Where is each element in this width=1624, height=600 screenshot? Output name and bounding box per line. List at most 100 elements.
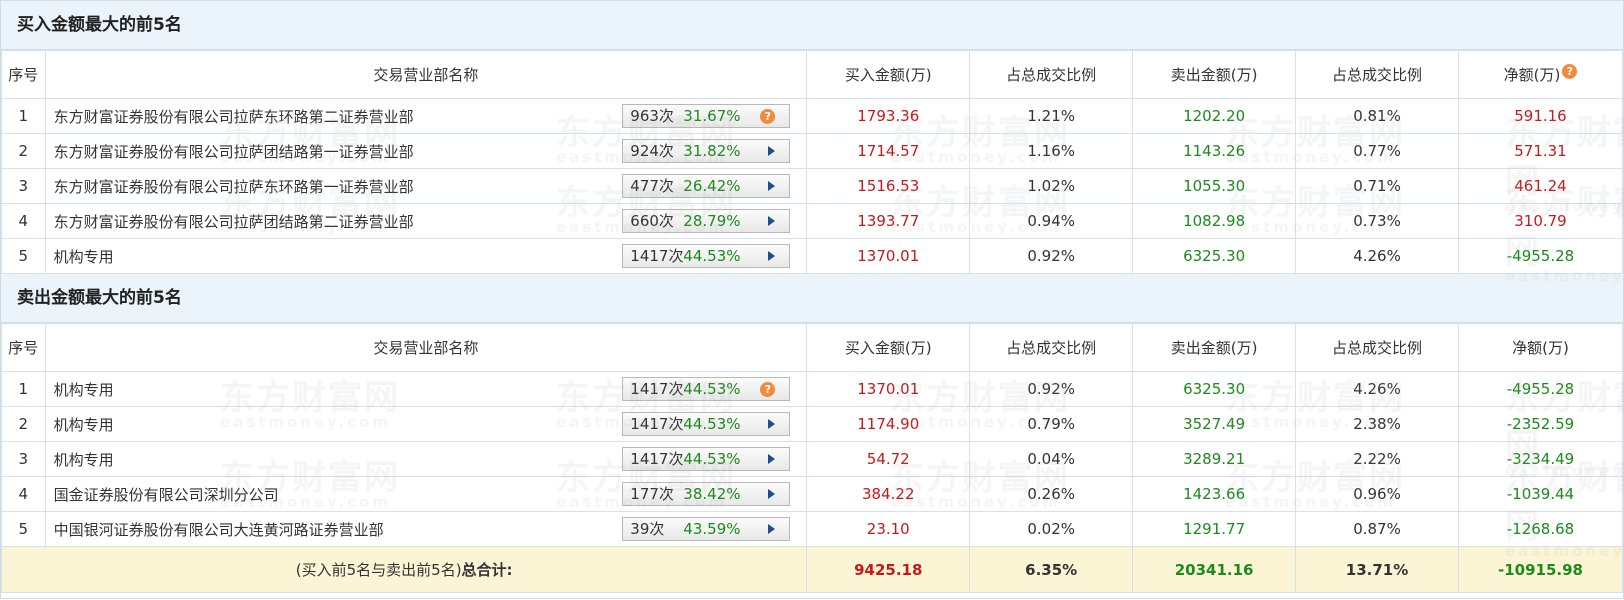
row-index: 2 bbox=[1, 133, 46, 169]
sell-ratio: 2.38% bbox=[1295, 406, 1459, 442]
broker-stats-button[interactable]: 39次 43.59% bbox=[622, 517, 791, 541]
play-arrow-icon[interactable] bbox=[768, 251, 776, 261]
broker-name[interactable]: 国金证券股份有限公司深圳分公司 bbox=[54, 486, 279, 504]
sell-ratio: 0.71% bbox=[1295, 168, 1459, 204]
table-row: 1 机构专用 1417次 44.53%? 1370.01 0.92% 6325.30 4.26… bbox=[1, 371, 1624, 407]
col-header-sell-amount: 卖出金额(万) bbox=[1132, 50, 1297, 99]
buy-ratio: 1.02% bbox=[969, 168, 1134, 204]
play-arrow-icon[interactable] bbox=[768, 524, 776, 534]
buy-table-body: 1 东方财富证券股份有限公司拉萨东环路第二证券营业部 963次 31.67%? 1793… bbox=[1, 98, 1624, 274]
listing-count: 1417次 bbox=[630, 247, 684, 265]
row-index: 3 bbox=[1, 168, 46, 204]
sell-ratio: 4.26% bbox=[1295, 238, 1459, 274]
sell-ratio: 0.96% bbox=[1295, 476, 1459, 512]
broker-cell: 机构专用 1417次 44.53% bbox=[44, 406, 808, 442]
win-rate: 26.42% bbox=[683, 177, 741, 195]
sell-amount: 3289.21 bbox=[1132, 441, 1297, 477]
buy-amount: 1393.77 bbox=[806, 203, 971, 239]
play-arrow-icon[interactable] bbox=[768, 419, 776, 429]
broker-name[interactable]: 机构专用 bbox=[54, 451, 114, 469]
net-amount: -2352.59 bbox=[1457, 406, 1624, 442]
win-rate: 44.53% bbox=[683, 450, 741, 468]
broker-name[interactable]: 东方财富证券股份有限公司拉萨团结路第二证券营业部 bbox=[54, 213, 414, 231]
total-label-prefix: (买入前5名与卖出前5名) bbox=[295, 561, 462, 579]
broker-stats-button[interactable]: 1417次 44.53% bbox=[622, 447, 791, 471]
net-amount: 571.31 bbox=[1457, 133, 1624, 169]
help-question-icon[interactable]: ? bbox=[1562, 64, 1578, 79]
sell-ratio: 4.26% bbox=[1295, 371, 1459, 407]
listing-count: 477次 bbox=[630, 177, 674, 195]
broker-cell: 东方财富证券股份有限公司拉萨团结路第一证券营业部 924次 31.82% bbox=[44, 133, 808, 169]
question-icon[interactable]: ? bbox=[760, 382, 776, 397]
broker-stats-button[interactable]: 660次 28.79% bbox=[622, 209, 791, 233]
row-index: 5 bbox=[1, 238, 46, 274]
table-row: 5 中国银河证券股份有限公司大连黄河路证券营业部 39次 43.59% 23.10 0.0… bbox=[1, 511, 1624, 547]
col-header-net-label: 净额(万) bbox=[1503, 66, 1561, 84]
play-arrow-icon[interactable] bbox=[768, 181, 776, 191]
table-row: 4 国金证券股份有限公司深圳分公司 177次 38.42% 384.22 0.26% 142… bbox=[1, 476, 1624, 512]
win-rate: 44.53% bbox=[683, 415, 741, 433]
listing-count: 177次 bbox=[630, 485, 674, 503]
play-arrow-icon[interactable] bbox=[768, 454, 776, 464]
row-index: 4 bbox=[1, 476, 46, 512]
win-rate: 31.82% bbox=[683, 142, 741, 160]
table-row: 3 东方财富证券股份有限公司拉萨东环路第一证券营业部 477次 26.42% 1516.… bbox=[1, 168, 1624, 204]
sell-amount: 1423.66 bbox=[1132, 476, 1297, 512]
question-icon[interactable]: ? bbox=[760, 109, 776, 124]
broker-name[interactable]: 机构专用 bbox=[54, 381, 114, 399]
net-amount: 310.79 bbox=[1457, 203, 1624, 239]
col-header-sell-amount: 卖出金额(万) bbox=[1132, 323, 1297, 372]
table-row: 3 机构专用 1417次 44.53% 54.72 0.04% 3289.21 2.22% -3… bbox=[1, 441, 1624, 477]
broker-name[interactable]: 东方财富证券股份有限公司拉萨东环路第二证券营业部 bbox=[54, 108, 414, 126]
broker-name[interactable]: 中国银河证券股份有限公司大连黄河路证券营业部 bbox=[54, 521, 384, 539]
broker-cell: 机构专用 1417次 44.53% bbox=[44, 238, 808, 274]
col-header-net: 净额(万)? bbox=[1457, 50, 1624, 99]
broker-stats-button[interactable]: 924次 31.82% bbox=[622, 139, 791, 163]
col-header-buy-amount: 买入金额(万) bbox=[806, 50, 971, 99]
broker-cell: 国金证券股份有限公司深圳分公司 177次 38.42% bbox=[44, 476, 808, 512]
play-arrow-icon[interactable] bbox=[768, 146, 776, 156]
total-row: (买入前5名与卖出前5名)总合计: 9425.18 6.35% 20341.16… bbox=[0, 546, 1624, 593]
broker-name[interactable]: 机构专用 bbox=[54, 416, 114, 434]
total-sell-amount: 20341.16 bbox=[1132, 546, 1297, 593]
broker-name[interactable]: 东方财富证券股份有限公司拉萨东环路第一证券营业部 bbox=[54, 178, 414, 196]
play-arrow-icon[interactable] bbox=[768, 489, 776, 499]
sell-amount: 1291.77 bbox=[1132, 511, 1297, 547]
broker-stats-button[interactable]: 1417次 44.53%? bbox=[622, 377, 791, 401]
buy-amount: 1793.36 bbox=[806, 98, 971, 134]
net-amount: -4955.28 bbox=[1457, 371, 1624, 407]
broker-name[interactable]: 东方财富证券股份有限公司拉萨团结路第一证券营业部 bbox=[54, 143, 414, 161]
broker-stats-button[interactable]: 177次 38.42% bbox=[622, 482, 791, 506]
sell-table-header: 序号 交易营业部名称 买入金额(万) 占总成交比例 卖出金额(万) 占总成交比例… bbox=[1, 323, 1624, 372]
buy-amount: 1714.57 bbox=[806, 133, 971, 169]
total-label: (买入前5名与卖出前5名)总合计: bbox=[0, 546, 808, 593]
sell-table: 序号 交易营业部名称 买入金额(万) 占总成交比例 卖出金额(万) 占总成交比例… bbox=[0, 323, 1624, 593]
listing-count: 660次 bbox=[630, 212, 674, 230]
col-header-broker: 交易营业部名称 bbox=[44, 50, 808, 99]
col-header-sell-ratio: 占总成交比例 bbox=[1295, 323, 1459, 372]
listing-count: 1417次 bbox=[630, 450, 684, 468]
sell-ratio: 0.77% bbox=[1295, 133, 1459, 169]
sell-amount: 1143.26 bbox=[1132, 133, 1297, 169]
total-buy-amount: 9425.18 bbox=[806, 546, 971, 593]
buy-ratio: 0.02% bbox=[969, 511, 1134, 547]
buy-amount: 1370.01 bbox=[806, 238, 971, 274]
total-sell-ratio: 13.71% bbox=[1295, 546, 1459, 593]
broker-name[interactable]: 机构专用 bbox=[54, 248, 114, 266]
sell-ratio: 0.73% bbox=[1295, 203, 1459, 239]
win-rate: 38.42% bbox=[683, 485, 741, 503]
col-header-index: 序号 bbox=[1, 50, 46, 99]
buy-ratio: 0.04% bbox=[969, 441, 1134, 477]
buy-ratio: 0.26% bbox=[969, 476, 1134, 512]
buy-ratio: 0.92% bbox=[969, 371, 1134, 407]
broker-stats-button[interactable]: 1417次 44.53% bbox=[622, 244, 791, 268]
broker-stats-button[interactable]: 477次 26.42% bbox=[622, 174, 791, 198]
play-arrow-icon[interactable] bbox=[768, 216, 776, 226]
buy-amount: 23.10 bbox=[806, 511, 971, 547]
broker-stats-button[interactable]: 1417次 44.53% bbox=[622, 412, 791, 436]
sell-amount: 6325.30 bbox=[1132, 371, 1297, 407]
row-index: 4 bbox=[1, 203, 46, 239]
row-index: 2 bbox=[1, 406, 46, 442]
broker-cell: 东方财富证券股份有限公司拉萨东环路第二证券营业部 963次 31.67%? bbox=[44, 98, 808, 134]
broker-stats-button[interactable]: 963次 31.67%? bbox=[622, 104, 791, 128]
